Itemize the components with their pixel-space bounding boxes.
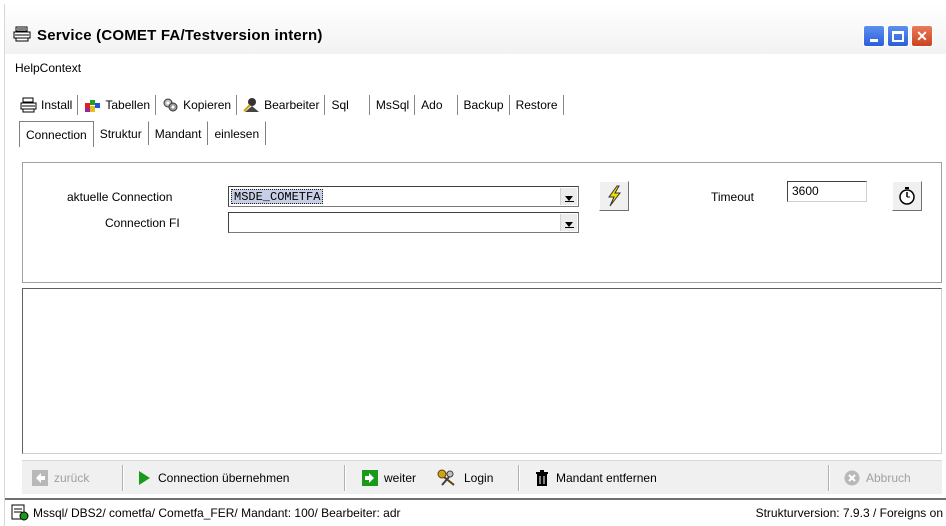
connection-fi-label: Connection FI [105,216,180,230]
status-divider [5,498,946,500]
keys-icon [437,469,455,486]
minimize-button[interactable] [863,25,885,47]
menu-bar: HelpContext [15,61,81,79]
test-connection-button[interactable] [599,181,629,211]
connection-panel: aktuelle Connection MSDE_COMETFA Connect… [22,162,942,283]
subtab-mandant-label: Mandant [154,126,202,141]
status-bar: Mssql/ DBS2/ cometfa/ Cometfa_FER/ Manda… [5,498,946,526]
timeout-label: Timeout [711,190,754,204]
chevron-down-icon[interactable] [560,214,577,231]
timeout-timer-button[interactable] [892,181,922,211]
back-button[interactable]: zurück [32,468,89,488]
tab-ado[interactable]: Ado [416,94,456,116]
lightning-icon [608,185,622,207]
timeout-input[interactable]: 3600 [787,181,867,202]
window-title: Service (COMET FA/Testversion intern) [37,27,323,44]
apply-connection-button[interactable]: Connection übernehmen [136,468,289,488]
subtab-struktur-label: Struktur [99,126,142,141]
connection-fi-value [231,215,235,230]
remove-mandant-label: Mandant entfernen [556,471,657,485]
connection-fi-select[interactable] [228,212,579,233]
arrow-right-icon [362,470,378,486]
tab-sql[interactable]: Sql [326,94,368,116]
current-connection-label: aktuelle Connection [67,190,173,204]
current-connection-select[interactable]: MSDE_COMETFA [228,186,579,207]
next-button-label: weiter [384,471,417,485]
output-area[interactable] [22,288,942,454]
arrow-left-icon [32,470,48,486]
trash-icon [536,470,548,486]
tab-tabellen-label: Tabellen [105,98,151,112]
stopwatch-icon [899,187,915,205]
tab-restore-label: Restore [515,98,558,112]
tab-install-label: Install [41,98,73,112]
tab-bearbeiter[interactable]: Bearbeiter [238,94,324,116]
play-icon [139,471,150,485]
subtab-mandant[interactable]: Mandant [148,121,209,145]
tab-bearbeiter-label: Bearbeiter [264,98,320,112]
remove-mandant-button[interactable]: Mandant entfernen [534,468,657,488]
app-window: Service (COMET FA/Testversion intern) ✕ … [4,4,946,526]
chevron-down-icon[interactable] [560,188,577,205]
tab-kopieren[interactable]: Kopieren [157,94,236,116]
button-separator [828,465,830,491]
menu-item-helpcontext[interactable]: HelpContext [15,61,81,75]
cancel-button-label: Abbruch [866,471,911,485]
button-separator [518,465,520,491]
login-button-label: Login [464,471,494,485]
copy-icon [163,98,178,112]
cancel-button[interactable]: Abbruch [844,468,911,488]
back-button-label: zurück [54,471,90,485]
tab-kopieren-label: Kopieren [183,98,232,112]
tab-ado-label: Ado [421,98,443,112]
tab-mssql[interactable]: MsSql [371,94,414,116]
main-tab-strip: Install Tabellen Kopieren Bearbeiter Sql… [15,94,565,116]
tab-backup-label: Backup [463,98,504,112]
status-version-info: Strukturversion: 7.9.3 / Foreigns on [755,506,943,520]
install-icon [20,97,37,113]
tab-backup[interactable]: Backup [459,94,509,116]
database-status-icon [11,504,29,521]
current-connection-value: MSDE_COMETFA [231,189,324,204]
status-connection-info: Mssql/ DBS2/ cometfa/ Cometfa_FER/ Manda… [33,506,401,520]
close-icon: ✕ [916,28,928,44]
title-bar[interactable]: Service (COMET FA/Testversion intern) ✕ [5,4,946,54]
sub-tab-strip: Connection Struktur Mandant einlesen [19,121,267,147]
tab-mssql-label: MsSql [375,98,410,112]
subtab-connection[interactable]: Connection [19,121,94,147]
tab-tabellen[interactable]: Tabellen [79,94,155,116]
login-button[interactable]: Login [436,468,493,488]
tab-restore[interactable]: Restore [511,94,563,116]
wizard-button-bar: zurück Connection übernehmen weiter Logi… [22,460,942,494]
apply-connection-label: Connection übernehmen [158,471,290,485]
subtab-einlesen[interactable]: einlesen [208,121,267,145]
tab-separator [562,95,565,115]
subtab-einlesen-label: einlesen [214,126,260,141]
close-button[interactable]: ✕ [911,25,933,47]
maximize-icon [892,30,904,42]
tables-icon [85,100,101,112]
tab-install[interactable]: Install [15,94,77,116]
cancel-icon [844,470,860,486]
user-edit-icon [243,98,260,112]
button-separator [344,465,346,491]
next-button[interactable]: weiter [362,468,416,488]
printer-icon [13,26,31,42]
minimize-icon [870,38,878,42]
subtab-struktur[interactable]: Struktur [93,121,149,145]
tab-sql-label: Sql [331,98,349,112]
subtab-connection-label: Connection [26,127,87,142]
maximize-button[interactable] [887,25,909,47]
button-separator [122,465,124,491]
